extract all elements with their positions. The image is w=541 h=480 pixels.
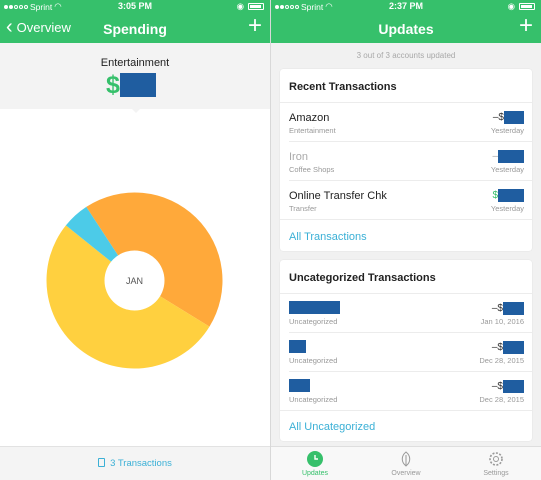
divider — [280, 219, 532, 220]
location-icon: ◉ — [236, 1, 244, 11]
redacted-merchant — [289, 379, 310, 392]
gear-icon — [489, 452, 503, 466]
add-button[interactable]: + — [248, 14, 262, 38]
transaction-category: Entertainment — [289, 126, 336, 135]
tab-updates[interactable]: Updates — [280, 451, 350, 477]
spending-donut-chart[interactable]: JAN — [46, 192, 223, 369]
category-name: Entertainment — [100, 57, 170, 69]
tab-label: Updates — [301, 470, 329, 477]
uncategorized-transactions-card: Uncategorized Transactions Uncategorized… — [280, 260, 532, 441]
amount-sign: –$ — [492, 112, 504, 123]
transaction-category: Transfer — [289, 204, 317, 213]
redacted-amount — [119, 73, 156, 97]
transactions-footer[interactable]: 3 Transactions — [0, 446, 270, 480]
transactions-link[interactable]: 3 Transactions — [110, 458, 172, 469]
leaf-icon — [401, 451, 411, 467]
transaction-date: Dec 28, 2015 — [479, 356, 524, 365]
status-bar: Sprint ◠ 3:05 PM ◉ — [0, 1, 270, 13]
transaction-row[interactable]: Uncategorized –$ Dec 28, 2015 — [280, 372, 532, 410]
currency-symbol: $ — [106, 71, 120, 99]
transaction-date: Yesterday — [490, 126, 524, 135]
location-icon: ◉ — [507, 1, 515, 11]
tab-bar: Updates Overview Settings — [271, 446, 541, 480]
transaction-category: Uncategorized — [289, 317, 338, 326]
redacted-amount — [503, 302, 524, 315]
redacted-merchant — [289, 340, 306, 353]
redacted-amount — [503, 380, 524, 393]
redacted-merchant — [289, 301, 340, 314]
callout-notch — [130, 107, 142, 113]
page-title: Spending — [103, 21, 167, 37]
transaction-row[interactable]: Uncategorized –$ Jan 10, 2016 — [280, 294, 532, 332]
transaction-amount: –$ — [492, 341, 524, 354]
transaction-amount: – — [492, 150, 524, 163]
update-summary: 3 out of 3 accounts updated — [356, 51, 456, 60]
transaction-amount: –$ — [493, 111, 524, 124]
transaction-category: Uncategorized — [289, 356, 338, 365]
transaction-amount: –$ — [492, 302, 524, 315]
add-button[interactable]: + — [519, 14, 533, 38]
merchant-name: Online Transfer Chk — [289, 190, 387, 202]
merchant-name: Amazon — [289, 112, 330, 124]
nav-bar: Sprint ◠ 2:37 PM ◉ Updates + — [271, 0, 541, 43]
month-label[interactable]: JAN — [126, 276, 143, 286]
transaction-category: Coffee Shops — [289, 165, 335, 174]
transaction-amount: –$ — [492, 380, 524, 393]
redacted-amount — [498, 189, 524, 202]
card-title: Recent Transactions — [289, 81, 397, 93]
spending-screen: Sprint ◠ 3:05 PM ◉ ‹ Overview Spending +… — [0, 0, 270, 480]
transaction-row[interactable]: Amazon Entertainment –$ Yesterday — [280, 103, 532, 141]
tab-label: Overview — [391, 470, 421, 477]
redacted-amount — [504, 111, 524, 124]
merchant-name: Iron — [289, 151, 308, 163]
redacted-amount — [503, 341, 524, 354]
clock-icon — [307, 451, 323, 467]
transaction-date: Yesterday — [490, 165, 524, 174]
tab-label: Settings — [483, 470, 509, 477]
transaction-row[interactable]: Iron Coffee Shops – Yesterday — [280, 142, 532, 180]
battery-icon — [519, 3, 535, 10]
transaction-amount: $ — [492, 189, 524, 202]
all-uncategorized-link[interactable]: All Uncategorized — [289, 421, 375, 433]
transaction-row[interactable]: Online Transfer Chk Transfer $ Yesterday — [280, 181, 532, 219]
all-transactions-link[interactable]: All Transactions — [289, 231, 367, 243]
divider — [280, 410, 532, 411]
transaction-date: Yesterday — [490, 204, 524, 213]
transaction-date: Jan 10, 2016 — [480, 317, 524, 326]
amount-sign: –$ — [491, 381, 503, 392]
redacted-amount — [498, 150, 524, 163]
card-title: Uncategorized Transactions — [289, 272, 436, 284]
clock: 3:05 PM — [117, 1, 152, 11]
nav-bar: Sprint ◠ 3:05 PM ◉ ‹ Overview Spending + — [0, 0, 270, 43]
page-title: Updates — [378, 21, 434, 37]
category-header: Entertainment $ — [0, 43, 270, 109]
transaction-category: Uncategorized — [289, 395, 338, 404]
clock: 2:37 PM — [388, 1, 423, 11]
transaction-date: Dec 28, 2015 — [479, 395, 524, 404]
transaction-row[interactable]: Uncategorized –$ Dec 28, 2015 — [280, 333, 532, 371]
category-amount: $ — [106, 72, 156, 98]
document-icon — [98, 458, 106, 467]
recent-transactions-card: Recent Transactions Amazon Entertainment… — [280, 69, 532, 251]
tab-settings[interactable]: Settings — [461, 451, 531, 477]
amount-sign: –$ — [491, 342, 503, 353]
updates-screen: Sprint ◠ 2:37 PM ◉ Updates + 3 out of 3 … — [271, 0, 541, 480]
tab-overview[interactable]: Overview — [371, 451, 441, 477]
battery-icon — [248, 3, 264, 10]
amount-sign: –$ — [491, 303, 503, 314]
status-bar: Sprint ◠ 2:37 PM ◉ — [271, 1, 541, 13]
